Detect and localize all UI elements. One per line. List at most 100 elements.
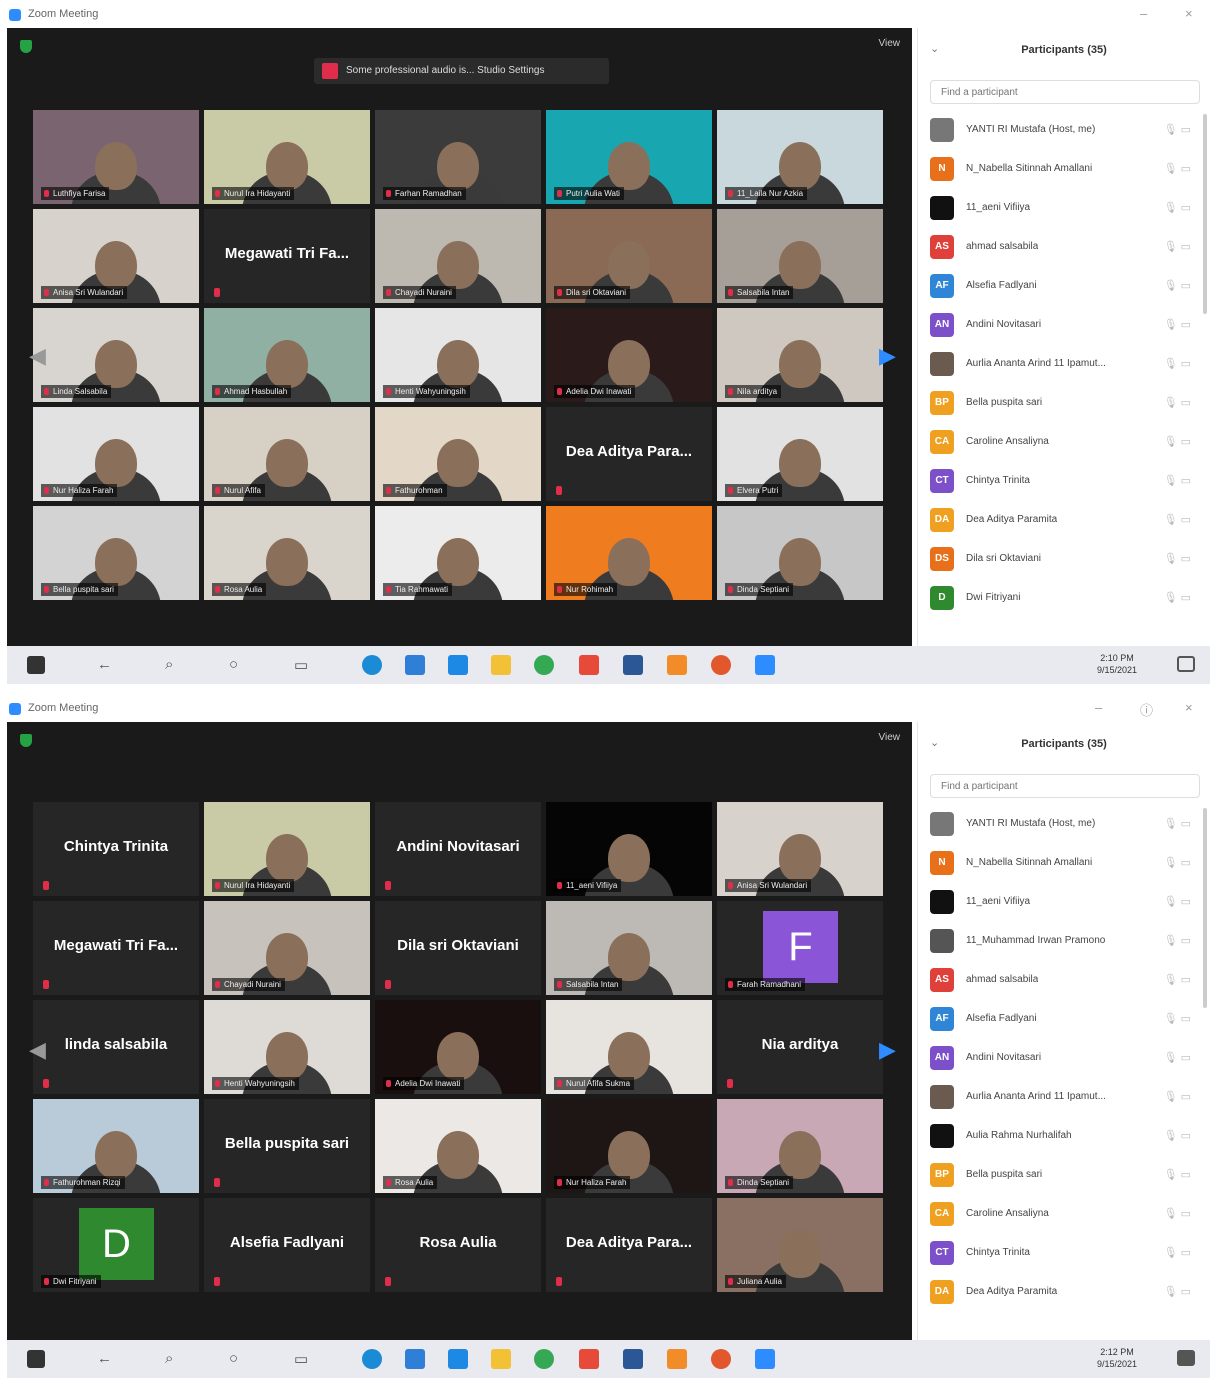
- participant-video-tile[interactable]: Rosa Aulia: [375, 1099, 541, 1193]
- participant-video-tile[interactable]: Henti Wahyuningsih: [204, 1000, 370, 1094]
- participant-video-tile[interactable]: Dila sri Oktaviani: [375, 901, 541, 995]
- chrome-icon[interactable]: [534, 655, 554, 675]
- participant-video-tile[interactable]: Anisa Sri Wulandari: [717, 802, 883, 896]
- security-shield-icon[interactable]: [20, 734, 32, 747]
- participant-video-tile[interactable]: Fathurohman Rizqi: [33, 1099, 199, 1193]
- participant-video-tile[interactable]: Bella puspita sari: [204, 1099, 370, 1193]
- cortana-icon[interactable]: ○: [229, 656, 238, 673]
- participant-video-tile[interactable]: Farhan Ramadhan: [375, 110, 541, 204]
- close-icon[interactable]: ×: [1185, 700, 1193, 715]
- notification-icon[interactable]: [1177, 656, 1195, 672]
- participant-video-tile[interactable]: Nila arditya: [717, 308, 883, 402]
- participant-list-item[interactable]: CT Chintya Trinita 🎙 ▭: [918, 463, 1203, 502]
- participant-video-tile[interactable]: Dinda Septiani: [717, 1099, 883, 1193]
- participant-video-tile[interactable]: Dea Aditya Para...: [546, 407, 712, 501]
- back-icon[interactable]: ←: [97, 1350, 112, 1367]
- participant-video-tile[interactable]: Putri Aulia Wati: [546, 110, 712, 204]
- participant-list-item[interactable]: AS ahmad salsabila 🎙 ▭: [918, 962, 1203, 1001]
- audio-banner[interactable]: Some professional audio is... Studio Set…: [314, 58, 609, 84]
- participant-video-tile[interactable]: Adelia Dwi Inawati: [546, 308, 712, 402]
- participant-list-item[interactable]: CA Caroline Ansaliyna 🎙 ▭: [918, 424, 1203, 463]
- participant-video-tile[interactable]: Dila sri Oktaviani: [546, 209, 712, 303]
- participant-list-item[interactable]: DA Dea Aditya Paramita 🎙 ▭: [918, 1274, 1203, 1313]
- participant-video-tile[interactable]: Rosa Aulia: [375, 1198, 541, 1292]
- close-icon[interactable]: ×: [1185, 6, 1193, 21]
- task-view-icon[interactable]: ▭: [294, 656, 308, 674]
- taskbar-clock[interactable]: 2:10 PM 9/15/2021: [1097, 652, 1137, 676]
- participant-video-tile[interactable]: Nurul Afifa: [204, 407, 370, 501]
- participant-list-item[interactable]: BP Bella puspita sari 🎙 ▭: [918, 1157, 1203, 1196]
- participant-video-tile[interactable]: Andini Novitasari: [375, 802, 541, 896]
- participant-list-item[interactable]: AS ahmad salsabila 🎙 ▭: [918, 229, 1203, 268]
- file-explorer-icon[interactable]: [491, 1349, 511, 1369]
- participant-video-tile[interactable]: Chayadi Nuraini: [204, 901, 370, 995]
- task-view-icon[interactable]: ▭: [294, 1350, 308, 1368]
- windows-start-icon[interactable]: [27, 1350, 45, 1368]
- teams-icon[interactable]: [448, 1349, 468, 1369]
- participant-video-tile[interactable]: 11_aeni Vifiiya: [546, 802, 712, 896]
- participant-video-tile[interactable]: Juliana Aulia: [717, 1198, 883, 1292]
- participant-video-tile[interactable]: Henti Wahyuningsih: [375, 308, 541, 402]
- next-page-arrow-icon[interactable]: ▶: [879, 1037, 896, 1062]
- participant-list-item[interactable]: AF Alsefia Fadlyani 🎙 ▭: [918, 1001, 1203, 1040]
- participant-list-item[interactable]: Aurlia Ananta Arind 11 Ipamut... 🎙 ▭: [918, 346, 1203, 385]
- previous-page-arrow-icon[interactable]: ◀: [29, 1037, 46, 1062]
- zoom-taskbar-icon[interactable]: [755, 655, 775, 675]
- participant-video-tile[interactable]: Megawati Tri Fa...: [204, 209, 370, 303]
- participant-list-item[interactable]: Aurlia Ananta Arind 11 Ipamut... 🎙 ▭: [918, 1079, 1203, 1118]
- file-explorer-icon[interactable]: [491, 655, 511, 675]
- participant-video-tile[interactable]: Nia arditya: [717, 1000, 883, 1094]
- teams-icon[interactable]: [448, 655, 468, 675]
- edge-icon[interactable]: [362, 655, 382, 675]
- windows-start-icon[interactable]: [27, 656, 45, 674]
- search-icon[interactable]: ⌕: [165, 1350, 173, 1367]
- minimize-icon[interactable]: –: [1140, 6, 1147, 21]
- participant-list-item[interactable]: N N_Nabella Sitinnah Amallani 🎙 ▭: [918, 151, 1203, 190]
- participant-video-tile[interactable]: Anisa Sri Wulandari: [33, 209, 199, 303]
- participant-video-tile[interactable]: Nurul Ira Hidayanti: [204, 110, 370, 204]
- participant-video-tile[interactable]: Salsabila Intan: [717, 209, 883, 303]
- participant-video-tile[interactable]: Adelia Dwi Inawati: [375, 1000, 541, 1094]
- participant-list-item[interactable]: CT Chintya Trinita 🎙 ▭: [918, 1235, 1203, 1274]
- participant-list-item[interactable]: Aulia Rahma Nurhalifah 🎙 ▭: [918, 1118, 1203, 1157]
- participant-video-tile[interactable]: Dea Aditya Para...: [546, 1198, 712, 1292]
- participant-video-tile[interactable]: Nur Haliza Farah: [546, 1099, 712, 1193]
- firefox-icon[interactable]: [711, 1349, 731, 1369]
- participant-video-tile[interactable]: Tia Rahmawati: [375, 506, 541, 600]
- view-button[interactable]: View: [879, 732, 901, 743]
- participant-video-tile[interactable]: Linda Salsabila: [33, 308, 199, 402]
- store-icon[interactable]: [405, 655, 425, 675]
- search-icon[interactable]: ⌕: [165, 656, 173, 673]
- participant-video-tile[interactable]: Nurul Afifa Sukma: [546, 1000, 712, 1094]
- participant-list-item[interactable]: D Dwi Fitriyani 🎙 ▭: [918, 580, 1203, 619]
- participant-video-tile[interactable]: Nurul Ira Hidayanti: [204, 802, 370, 896]
- view-button[interactable]: View: [879, 38, 901, 49]
- participant-video-tile[interactable]: Chayadi Nuraini: [375, 209, 541, 303]
- notification-icon[interactable]: [1177, 1350, 1195, 1366]
- participant-list-item[interactable]: 11_aeni Vifiiya 🎙 ▭: [918, 884, 1203, 923]
- paint-icon[interactable]: [667, 655, 687, 675]
- edge-icon[interactable]: [362, 1349, 382, 1369]
- participant-video-tile[interactable]: Luthfiya Farisa: [33, 110, 199, 204]
- participant-list-item[interactable]: CA Caroline Ansaliyna 🎙 ▭: [918, 1196, 1203, 1235]
- participant-list-item[interactable]: N N_Nabella Sitinnah Amallani 🎙 ▭: [918, 845, 1203, 884]
- participant-video-tile[interactable]: Nur Rohimah: [546, 506, 712, 600]
- participant-video-tile[interactable]: D Dwi Fitriyani: [33, 1198, 199, 1292]
- next-page-arrow-icon[interactable]: ▶: [879, 343, 896, 368]
- chrome-icon[interactable]: [534, 1349, 554, 1369]
- scrollbar[interactable]: [1203, 114, 1207, 314]
- participant-video-tile[interactable]: F Farah Ramadhani: [717, 901, 883, 995]
- participant-video-tile[interactable]: Bella puspita sari: [33, 506, 199, 600]
- participant-video-tile[interactable]: 11_Laila Nur Azkia: [717, 110, 883, 204]
- participant-video-tile[interactable]: Salsabila Intan: [546, 901, 712, 995]
- participant-video-tile[interactable]: Chintya Trinita: [33, 802, 199, 896]
- info-icon[interactable]: ⓘ: [1140, 700, 1153, 719]
- participant-list-item[interactable]: BP Bella puspita sari 🎙 ▭: [918, 385, 1203, 424]
- word-icon[interactable]: [623, 1349, 643, 1369]
- zoom-taskbar-icon[interactable]: [755, 1349, 775, 1369]
- participant-list-item[interactable]: DA Dea Aditya Paramita 🎙 ▭: [918, 502, 1203, 541]
- participant-video-tile[interactable]: Alsefia Fadlyani: [204, 1198, 370, 1292]
- participant-video-tile[interactable]: Megawati Tri Fa...: [33, 901, 199, 995]
- participant-video-tile[interactable]: Nur Haliza Farah: [33, 407, 199, 501]
- participant-list-item[interactable]: 11_aeni Vifiiya 🎙 ▭: [918, 190, 1203, 229]
